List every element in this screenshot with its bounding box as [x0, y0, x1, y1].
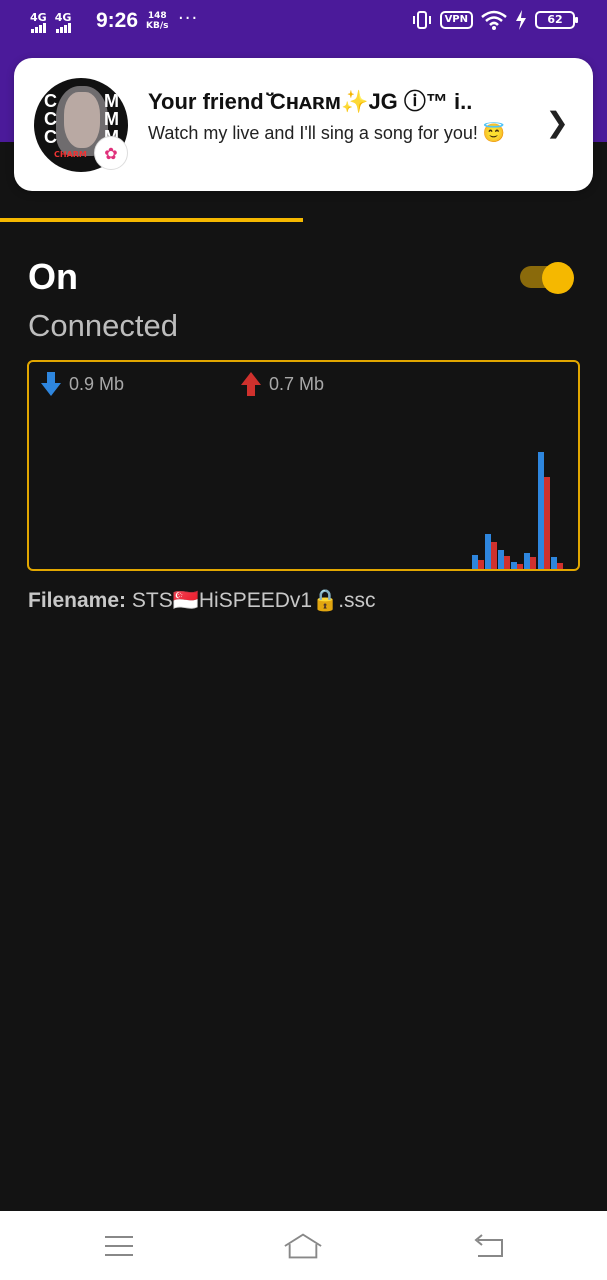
signal-indicators: 4G 4G: [30, 0, 79, 46]
filename-value: STS🇸🇬HiSPEEDv1🔒.ssc: [131, 589, 376, 612]
home-button[interactable]: [283, 1229, 323, 1263]
traffic-bar: [472, 555, 478, 569]
signal-sim2: 4G: [54, 11, 72, 33]
notification-body: Watch my live and I'll sing a song for y…: [148, 123, 506, 143]
vpn-icon: VPN: [439, 11, 473, 29]
traffic-bar: [498, 550, 504, 569]
back-icon: [474, 1234, 503, 1257]
battery-icon: 62: [535, 11, 578, 29]
vibrate-icon: [412, 11, 431, 29]
signal-sim1: 4G: [30, 11, 47, 33]
menu-icon: [105, 1236, 133, 1256]
traffic-bar: [504, 556, 510, 569]
status-right-icons: VPN 62: [412, 10, 578, 30]
traffic-bar: [524, 553, 530, 569]
notification-card[interactable]: C C C M M M CHARM ✿ Your friend ̈̆Cʜᴀʀᴍ✨…: [14, 58, 593, 191]
candy-badge-icon: ✿: [94, 136, 128, 170]
traffic-bar: [544, 477, 550, 569]
vpn-toggle[interactable]: [520, 262, 574, 294]
app-root: 4G 4G 9:26 148 KB/s ··· VPN 62 C C C M M…: [0, 0, 607, 1280]
network-type-2: 4G: [54, 11, 72, 24]
home-icon: [284, 1233, 322, 1259]
vpn-state-label: On: [28, 256, 78, 297]
active-tab-indicator: [0, 218, 303, 222]
toggle-knob: [542, 262, 574, 294]
traffic-bar: [538, 452, 544, 569]
traffic-bar: [551, 557, 557, 569]
navigation-bar: [0, 1211, 607, 1280]
avatar-tag: CHARM: [54, 150, 87, 159]
network-speed-value: 148: [147, 11, 167, 21]
signal-bars-icon: [55, 23, 71, 33]
config-filename: Filename: STS🇸🇬HiSPEEDv1🔒.ssc: [28, 589, 376, 613]
traffic-bars: [472, 452, 563, 569]
signal-bars-icon: [30, 23, 46, 33]
charging-icon: [516, 10, 526, 30]
avatar-face: [64, 92, 100, 148]
more-notifications-icon: ···: [178, 8, 199, 29]
traffic-bar: [517, 564, 523, 569]
wifi-icon: [481, 10, 507, 30]
chevron-right-icon[interactable]: ❯: [546, 106, 569, 139]
clock: 9:26: [96, 9, 139, 32]
traffic-bar: [530, 557, 536, 569]
back-button[interactable]: [468, 1229, 508, 1263]
traffic-bar: [557, 563, 563, 569]
network-type-1: 4G: [30, 11, 47, 24]
traffic-bar: [478, 560, 484, 569]
traffic-bar: [491, 542, 497, 569]
connection-status: Connected: [28, 308, 178, 343]
traffic-bar: [485, 534, 491, 569]
network-speed: 148 KB/s: [146, 11, 168, 31]
menu-button[interactable]: [99, 1229, 139, 1263]
avatar-letters-left: C C C: [44, 91, 57, 147]
traffic-bar: [511, 562, 517, 569]
status-bar: 4G 4G 9:26 148 KB/s ··· VPN 62: [0, 0, 607, 46]
filename-label: Filename:: [28, 589, 127, 612]
traffic-graph: 0.9 Mb 0.7 Mb: [27, 360, 580, 571]
network-speed-unit: KB/s: [146, 21, 169, 31]
notification-title: Your friend ̈̆Cʜᴀʀᴍ✨JG ⓘ™ i..: [148, 89, 473, 114]
